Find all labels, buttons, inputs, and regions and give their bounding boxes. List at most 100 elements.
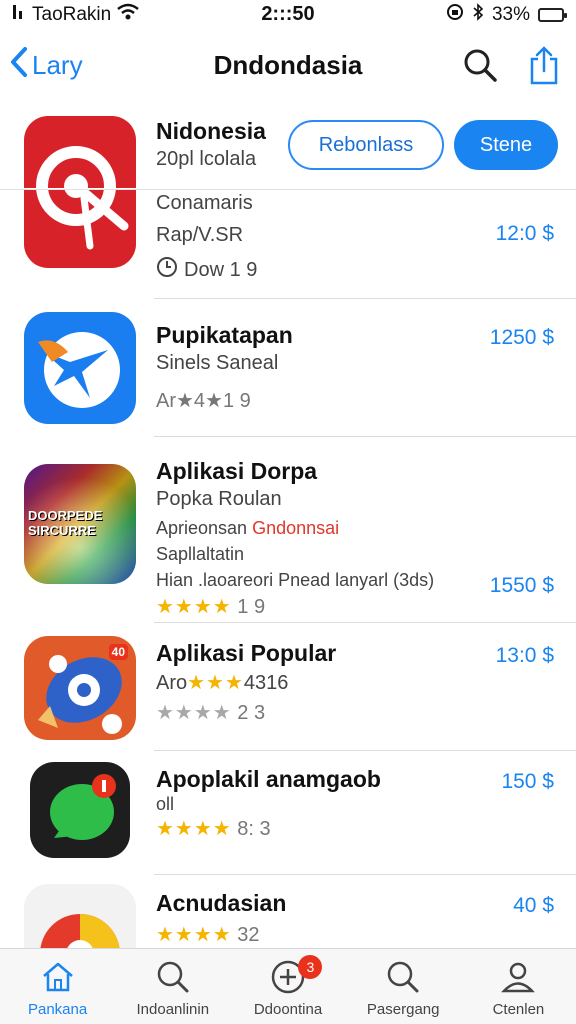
price-button[interactable]: 12:0 $ bbox=[496, 222, 554, 246]
search-icon bbox=[383, 957, 423, 997]
icon-badge: 40 bbox=[108, 644, 128, 660]
app-subtitle: Sinels Saneal bbox=[156, 352, 279, 374]
signal-icon bbox=[12, 3, 26, 27]
app-rating: ★★★★ 2 3 bbox=[156, 700, 265, 725]
carrier-name: TaoRakin bbox=[32, 4, 112, 25]
rating-count: 2 3 bbox=[237, 702, 266, 724]
tab-profile[interactable]: Ctenlen bbox=[461, 949, 576, 1024]
subtitle-prefix: Aro bbox=[156, 672, 188, 694]
app-subtitle: Aro★★★4316 bbox=[156, 670, 288, 695]
battery-icon bbox=[538, 8, 567, 22]
app-icon: DOORPEDE SIRCURRE bbox=[24, 464, 136, 584]
app-rating: ★★★★ 1 9 bbox=[156, 594, 265, 619]
chevron-left-icon bbox=[10, 46, 28, 85]
app-icon bbox=[24, 884, 136, 948]
chat-bubble-icon bbox=[50, 774, 116, 840]
subtitle-suffix: 4316 bbox=[243, 672, 289, 694]
divider bbox=[154, 436, 576, 437]
rating-stars: ★★★★ bbox=[156, 924, 232, 946]
tab-label: Ctenlen bbox=[492, 1001, 545, 1018]
wifi-icon bbox=[117, 3, 139, 27]
color-wheel-icon bbox=[40, 914, 120, 948]
tab-label: Pankana bbox=[27, 1001, 88, 1018]
price-button[interactable]: 13:0 $ bbox=[496, 644, 554, 668]
tab-search[interactable]: Pasergang bbox=[346, 949, 461, 1024]
tab-home[interactable]: Pankana bbox=[0, 949, 115, 1024]
app-icon: 40 bbox=[24, 636, 136, 740]
app-rating: Ar★4★1 9 bbox=[156, 390, 251, 412]
price-button[interactable]: 1550 $ bbox=[490, 574, 554, 598]
secondary-action-button[interactable]: Rebonlass bbox=[288, 120, 444, 170]
rating-count: 32 bbox=[237, 924, 260, 946]
app-title: Aplikasi Popular bbox=[156, 640, 337, 666]
podcast-icon bbox=[36, 146, 116, 188]
header-app-subtitle: 20pl lcolala bbox=[156, 148, 257, 170]
subtitle-stars: ★★★ bbox=[187, 672, 244, 694]
rotation-lock-icon bbox=[446, 3, 464, 27]
featured-header: Nidonesia 20pl lcolala Rebonlass Stene bbox=[0, 108, 576, 190]
header-app-icon bbox=[24, 116, 136, 188]
list-item[interactable]: Apoplakil anamgaob oll ★★★★ 8: 3 150 $ bbox=[0, 752, 576, 876]
divider bbox=[154, 622, 576, 623]
app-title: Apoplakil anamgaob bbox=[156, 766, 381, 792]
tab-label: Pasergang bbox=[366, 1001, 440, 1018]
download-count: Dow 1 9 bbox=[184, 258, 258, 281]
rating-stars: ★★★★ bbox=[156, 596, 232, 618]
search-icon bbox=[464, 49, 497, 82]
app-icon bbox=[30, 762, 130, 858]
primary-action-button[interactable]: Stene bbox=[454, 120, 558, 170]
app-subtitle: Conamaris bbox=[156, 192, 253, 214]
list-item[interactable]: DOORPEDE SIRCURRE Aplikasi Dorpa Popka R… bbox=[0, 438, 576, 624]
app-title: Acnudasian bbox=[156, 890, 287, 916]
back-label: Lary bbox=[32, 50, 83, 80]
home-icon bbox=[38, 957, 78, 997]
list-item[interactable]: 40 Aplikasi Popular Aro★★★4316 ★★★★ 2 3 … bbox=[0, 624, 576, 752]
icon-caption: DOORPEDE SIRCURRE bbox=[28, 508, 103, 538]
list-item[interactable]: Pupikatapan Sinels Saneal Ar★4★1 9 1250 … bbox=[0, 300, 576, 438]
tab-label: Indoanlinin bbox=[136, 1001, 210, 1018]
navigation-bar: Lary Dndondasia bbox=[0, 30, 576, 102]
person-icon bbox=[498, 957, 538, 997]
app-description: Aprieonsan Gndonnsai bbox=[156, 518, 339, 539]
divider bbox=[154, 750, 576, 751]
search-button[interactable] bbox=[460, 44, 500, 86]
app-title: Aplikasi Dorpa bbox=[156, 458, 318, 484]
header-app-title: Nidonesia bbox=[156, 118, 266, 144]
app-icon bbox=[24, 312, 136, 424]
list-item[interactable]: Acnudasian ★★★★ 32 40 $ bbox=[0, 876, 576, 948]
description-highlight: Gndonnsai bbox=[252, 518, 340, 538]
rating-count: 8: 3 bbox=[237, 818, 271, 840]
share-button[interactable] bbox=[524, 44, 564, 86]
search-icon bbox=[153, 957, 193, 997]
price-button[interactable]: 40 $ bbox=[513, 894, 554, 918]
notification-badge: 3 bbox=[298, 955, 323, 979]
clock-icon bbox=[156, 256, 178, 284]
tab-add[interactable]: 3 Ddoontina bbox=[230, 949, 345, 1024]
app-title: Pupikatapan bbox=[156, 322, 293, 348]
tab-discover[interactable]: Indoanlinin bbox=[115, 949, 230, 1024]
rating-stars: ★★★★ bbox=[156, 818, 232, 840]
status-bar: TaoRakin 2:::50 33% bbox=[0, 0, 576, 30]
plane-icon bbox=[38, 332, 120, 408]
price-button[interactable]: 150 $ bbox=[501, 770, 554, 794]
download-info: Dow 1 9 bbox=[156, 256, 257, 284]
app-note: Hian .laoareori Pnead lanyarl (3ds) bbox=[156, 570, 435, 590]
rating-count: 1 9 bbox=[237, 596, 266, 618]
app-rating: ★★★★ 32 bbox=[156, 922, 260, 947]
divider bbox=[154, 298, 576, 299]
description-text: Aprieonsan bbox=[156, 518, 248, 538]
bluetooth-icon bbox=[472, 3, 484, 27]
app-meta: Rap/V.SR bbox=[156, 224, 244, 246]
app-developer: Sapllaltatin bbox=[156, 544, 245, 564]
battery-percent: 33% bbox=[491, 4, 530, 25]
carrier-group: TaoRakin bbox=[12, 3, 139, 27]
tab-bar: Pankana Indoanlinin 3 Ddoontina Pasergan… bbox=[0, 948, 576, 1024]
tab-label: Ddoontina bbox=[253, 1001, 323, 1018]
status-right: 33% bbox=[446, 3, 567, 27]
share-icon bbox=[530, 46, 558, 85]
price-button[interactable]: 1250 $ bbox=[490, 326, 554, 350]
app-rating: ★★★★ 8: 3 bbox=[156, 816, 271, 841]
rating-stars: ★★★★ bbox=[156, 702, 232, 724]
back-button[interactable]: Lary bbox=[10, 46, 83, 85]
app-subtitle: oll bbox=[156, 794, 175, 814]
